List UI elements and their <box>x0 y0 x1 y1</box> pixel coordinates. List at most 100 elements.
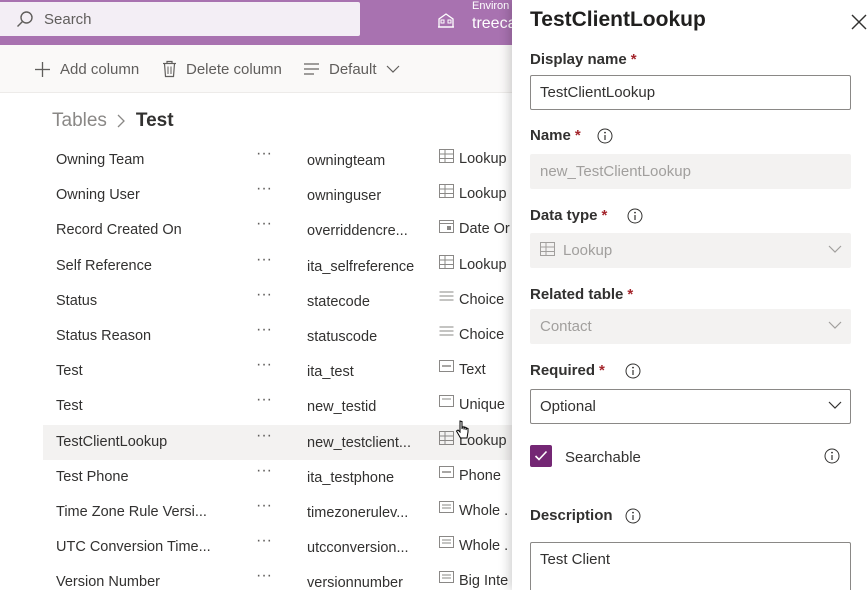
column-logical-name: new_testid <box>307 399 377 416</box>
related-table-label: Related table * <box>530 286 634 303</box>
unique-id-icon <box>439 395 459 413</box>
table-row[interactable]: Self Reference ··· ita_selfreference Lookup <box>43 249 512 284</box>
column-type-label: Lookup <box>459 151 507 167</box>
environment-label: Environ <box>472 0 510 12</box>
chevron-down-icon <box>386 65 399 73</box>
column-type: Lookup <box>439 430 507 449</box>
view-label: Default <box>329 60 377 78</box>
search-input[interactable] <box>44 10 344 28</box>
column-display-name[interactable]: TestClientLookup <box>56 434 226 450</box>
more-options-icon[interactable]: ··· <box>254 145 274 169</box>
column-display-name[interactable]: Test Phone <box>56 469 226 485</box>
breadcrumb-current: Test <box>135 110 174 131</box>
column-logical-name: owninguser <box>307 188 382 205</box>
plus-icon <box>35 61 50 77</box>
column-type-label: Big Inte <box>459 573 509 590</box>
column-display-name[interactable]: Self Reference <box>56 258 226 274</box>
column-display-name[interactable]: Owning Team <box>56 152 226 168</box>
environment-icon[interactable] <box>436 10 456 30</box>
table-row[interactable]: Status ··· statecode Choice <box>43 284 512 319</box>
add-column-button[interactable]: Add column <box>34 45 139 93</box>
more-options-icon[interactable]: ··· <box>254 251 274 275</box>
column-display-name[interactable]: Record Created On <box>56 222 226 238</box>
info-icon[interactable] <box>625 508 641 524</box>
breadcrumb-tables-link[interactable]: Tables <box>52 110 107 132</box>
more-options-icon[interactable]: ··· <box>254 567 274 590</box>
column-type-label: Date Or <box>459 221 510 238</box>
display-name-input[interactable] <box>540 84 830 101</box>
info-icon[interactable] <box>597 128 613 144</box>
chevron-down-icon <box>828 321 842 329</box>
column-type: Date Or <box>439 220 510 238</box>
column-logical-name: overriddencre... <box>307 223 408 240</box>
table-row[interactable]: Owning Team ··· owningteam Lookup <box>43 143 512 178</box>
column-type: Whole . <box>439 500 509 519</box>
info-icon[interactable] <box>824 448 840 464</box>
more-options-icon[interactable]: ··· <box>254 427 274 451</box>
table-row[interactable]: Record Created On ··· overriddencre... Date… <box>43 213 512 248</box>
view-selector[interactable]: Default <box>303 45 400 93</box>
column-display-name[interactable]: UTC Conversion Time... <box>56 539 226 555</box>
more-options-icon[interactable]: ··· <box>254 215 274 239</box>
info-icon[interactable] <box>627 208 643 224</box>
checkmark-icon <box>534 450 548 461</box>
column-logical-name: owningteam <box>307 153 386 169</box>
table-row[interactable]: Time Zone Rule Versi... ··· timezonerulev.… <box>43 495 512 530</box>
lookup-icon <box>439 184 459 202</box>
more-options-icon[interactable]: ··· <box>254 391 274 415</box>
column-type: Choice <box>439 326 505 343</box>
name-field: new_TestClientLookup <box>530 154 851 189</box>
search-box[interactable] <box>0 2 360 36</box>
table-row[interactable]: TestClientLookup ··· new_testclient... Look… <box>43 424 512 460</box>
edit-column-panel: TestClientLookup Display name* Name* new… <box>512 0 867 590</box>
column-display-name[interactable]: Status <box>56 293 226 309</box>
more-options-icon[interactable]: ··· <box>254 462 274 486</box>
column-logical-name: statecode <box>307 293 370 310</box>
description-textarea[interactable]: Test Client <box>530 542 851 590</box>
more-options-icon[interactable]: ··· <box>254 532 274 556</box>
data-type-label: Data type * <box>530 207 643 224</box>
more-options-icon[interactable]: ··· <box>254 180 274 204</box>
table-row[interactable]: Test Phone ··· ita_testphone Phone <box>43 460 512 495</box>
chevron-down-icon <box>828 401 842 409</box>
column-display-name[interactable]: Owning User <box>56 187 226 203</box>
more-options-icon[interactable]: ··· <box>254 497 274 521</box>
column-type-label: Whole . <box>459 502 509 519</box>
table-row[interactable]: Owning User ··· owninguser Lookup <box>43 178 512 213</box>
column-display-name[interactable]: Test <box>56 398 226 414</box>
name-value: new_TestClientLookup <box>540 163 691 180</box>
table-row[interactable]: Test ··· new_testid Unique <box>43 389 512 424</box>
more-options-icon[interactable]: ··· <box>254 286 274 310</box>
more-options-icon[interactable]: ··· <box>254 356 274 380</box>
delete-column-button[interactable]: Delete column <box>162 45 282 93</box>
close-icon[interactable] <box>850 13 867 31</box>
searchable-checkbox[interactable] <box>530 445 552 467</box>
column-display-name[interactable]: Status Reason <box>56 328 226 344</box>
search-icon <box>17 11 33 27</box>
column-display-name[interactable]: Test <box>56 363 226 379</box>
column-display-name[interactable]: Version Number <box>56 574 226 590</box>
number-icon <box>439 500 459 519</box>
column-type-label: Lookup <box>459 256 507 273</box>
column-type: Text <box>439 360 486 379</box>
table-row[interactable]: UTC Conversion Time... ··· utcconversion..… <box>43 530 512 565</box>
display-name-field[interactable] <box>530 75 851 110</box>
more-options-icon[interactable]: ··· <box>254 321 274 345</box>
table-row[interactable]: Test ··· ita_test Text <box>43 354 512 389</box>
required-dropdown[interactable]: Optional <box>530 389 851 424</box>
searchable-label: Searchable <box>565 449 641 466</box>
column-display-name[interactable]: Time Zone Rule Versi... <box>56 504 226 520</box>
description-label: Description <box>530 507 641 524</box>
column-type: Big Inte <box>439 571 509 590</box>
name-label: Name * <box>530 127 613 144</box>
table-row[interactable]: Status Reason ··· statuscode Choice <box>43 319 512 354</box>
column-logical-name: new_testclient... <box>307 434 411 451</box>
environment-name[interactable]: treeca <box>472 15 516 33</box>
chevron-right-icon <box>117 114 126 128</box>
column-type-label: Text <box>459 362 486 379</box>
table-row[interactable]: Version Number ··· versionnumber Big Inte <box>43 565 512 590</box>
info-icon[interactable] <box>625 363 641 379</box>
column-type-label: Choice <box>459 326 505 343</box>
list-view-icon <box>304 63 319 75</box>
mouse-cursor-icon <box>455 420 469 439</box>
